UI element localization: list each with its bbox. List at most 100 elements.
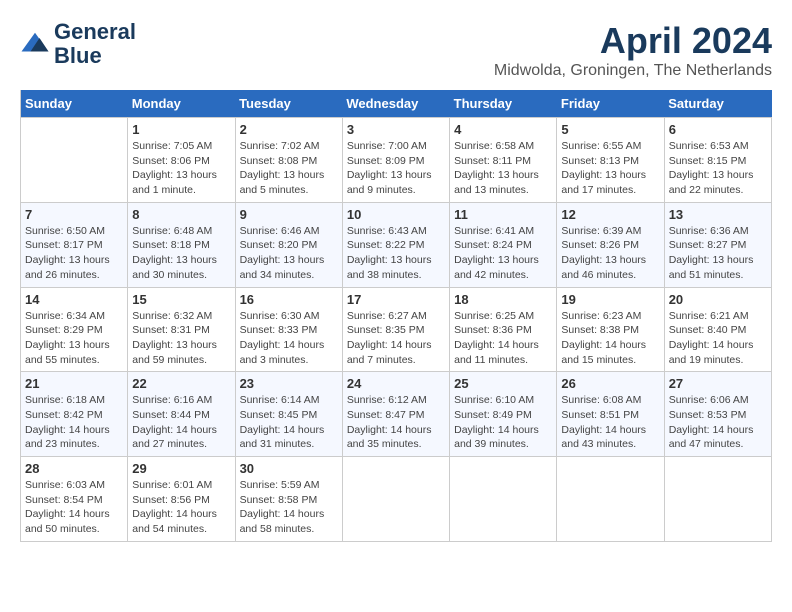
day-info: Sunrise: 6:08 AM Sunset: 8:51 PM Dayligh… <box>561 393 659 452</box>
calendar-cell <box>342 457 449 542</box>
day-info: Sunrise: 6:03 AM Sunset: 8:54 PM Dayligh… <box>25 478 123 537</box>
header-cell-wednesday: Wednesday <box>342 90 449 118</box>
calendar-cell: 3 Sunrise: 7:00 AM Sunset: 8:09 PM Daylig… <box>342 118 449 203</box>
calendar-cell: 10Sunrise: 6:43 AM Sunset: 8:22 PM Dayli… <box>342 202 449 287</box>
calendar-cell: 8Sunrise: 6:48 AM Sunset: 8:18 PM Daylig… <box>128 202 235 287</box>
day-number: 11 <box>454 207 552 222</box>
day-number: 26 <box>561 376 659 391</box>
day-number: 19 <box>561 292 659 307</box>
logo: General Blue <box>20 20 136 68</box>
day-number: 3 <box>347 122 445 137</box>
calendar-cell: 24Sunrise: 6:12 AM Sunset: 8:47 PM Dayli… <box>342 372 449 457</box>
calendar-cell: 22 Sunrise: 6:16 AM Sunset: 8:44 PM Dayli… <box>128 372 235 457</box>
day-info: Sunrise: 6:50 AM Sunset: 8:17 PM Dayligh… <box>25 224 123 283</box>
logo-icon <box>20 29 50 59</box>
day-number: 27 <box>669 376 767 391</box>
calendar-cell: 1 Sunrise: 7:05 AM Sunset: 8:06 PM Daylig… <box>128 118 235 203</box>
calendar-cell: 20Sunrise: 6:21 AM Sunset: 8:40 PM Dayli… <box>664 287 771 372</box>
calendar-cell: 5 Sunrise: 6:55 AM Sunset: 8:13 PM Daylig… <box>557 118 664 203</box>
day-info: Sunrise: 6:41 AM Sunset: 8:24 PM Dayligh… <box>454 224 552 283</box>
day-info: Sunrise: 6:48 AM Sunset: 8:18 PM Dayligh… <box>132 224 230 283</box>
calendar-cell: 16 Sunrise: 6:30 AM Sunset: 8:33 PM Dayli… <box>235 287 342 372</box>
day-info: Sunrise: 6:55 AM Sunset: 8:13 PM Dayligh… <box>561 139 659 198</box>
calendar-cell: 19 Sunrise: 6:23 AM Sunset: 8:38 PM Dayli… <box>557 287 664 372</box>
day-number: 14 <box>25 292 123 307</box>
calendar-cell: 23 Sunrise: 6:14 AM Sunset: 8:45 PM Dayli… <box>235 372 342 457</box>
calendar-cell: 9 Sunrise: 6:46 AM Sunset: 8:20 PM Daylig… <box>235 202 342 287</box>
header-cell-friday: Friday <box>557 90 664 118</box>
calendar-cell: 15 Sunrise: 6:32 AM Sunset: 8:31 PM Dayli… <box>128 287 235 372</box>
week-row-3: 14Sunrise: 6:34 AM Sunset: 8:29 PM Dayli… <box>21 287 772 372</box>
day-info: Sunrise: 7:00 AM Sunset: 8:09 PM Dayligh… <box>347 139 445 198</box>
day-number: 22 <box>132 376 230 391</box>
calendar-cell: 30 Sunrise: 5:59 AM Sunset: 8:58 PM Dayli… <box>235 457 342 542</box>
day-info: Sunrise: 6:58 AM Sunset: 8:11 PM Dayligh… <box>454 139 552 198</box>
day-number: 9 <box>240 207 338 222</box>
month-title: April 2024 <box>494 20 772 62</box>
header-cell-saturday: Saturday <box>664 90 771 118</box>
day-info: Sunrise: 7:05 AM Sunset: 8:06 PM Dayligh… <box>132 139 230 198</box>
day-number: 29 <box>132 461 230 476</box>
calendar-cell: 21Sunrise: 6:18 AM Sunset: 8:42 PM Dayli… <box>21 372 128 457</box>
calendar-cell: 7 Sunrise: 6:50 AM Sunset: 8:17 PM Daylig… <box>21 202 128 287</box>
calendar-cell: 29 Sunrise: 6:01 AM Sunset: 8:56 PM Dayli… <box>128 457 235 542</box>
calendar-cell: 12Sunrise: 6:39 AM Sunset: 8:26 PM Dayli… <box>557 202 664 287</box>
day-number: 18 <box>454 292 552 307</box>
day-info: Sunrise: 6:25 AM Sunset: 8:36 PM Dayligh… <box>454 309 552 368</box>
day-number: 17 <box>347 292 445 307</box>
logo-line2: Blue <box>54 44 136 68</box>
calendar-cell <box>21 118 128 203</box>
location: Midwolda, Groningen, The Netherlands <box>494 62 772 80</box>
calendar-cell: 6 Sunrise: 6:53 AM Sunset: 8:15 PM Daylig… <box>664 118 771 203</box>
calendar-cell: 27Sunrise: 6:06 AM Sunset: 8:53 PM Dayli… <box>664 372 771 457</box>
day-info: Sunrise: 6:27 AM Sunset: 8:35 PM Dayligh… <box>347 309 445 368</box>
day-info: Sunrise: 6:36 AM Sunset: 8:27 PM Dayligh… <box>669 224 767 283</box>
day-number: 13 <box>669 207 767 222</box>
calendar-cell: 25Sunrise: 6:10 AM Sunset: 8:49 PM Dayli… <box>450 372 557 457</box>
header-cell-sunday: Sunday <box>21 90 128 118</box>
day-info: Sunrise: 7:02 AM Sunset: 8:08 PM Dayligh… <box>240 139 338 198</box>
calendar-cell: 17 Sunrise: 6:27 AM Sunset: 8:35 PM Dayli… <box>342 287 449 372</box>
week-row-4: 21Sunrise: 6:18 AM Sunset: 8:42 PM Dayli… <box>21 372 772 457</box>
day-number: 20 <box>669 292 767 307</box>
calendar-cell: 26 Sunrise: 6:08 AM Sunset: 8:51 PM Dayli… <box>557 372 664 457</box>
calendar-cell <box>664 457 771 542</box>
day-info: Sunrise: 6:12 AM Sunset: 8:47 PM Dayligh… <box>347 393 445 452</box>
calendar-cell: 4 Sunrise: 6:58 AM Sunset: 8:11 PM Daylig… <box>450 118 557 203</box>
day-info: Sunrise: 6:39 AM Sunset: 8:26 PM Dayligh… <box>561 224 659 283</box>
day-number: 21 <box>25 376 123 391</box>
day-number: 30 <box>240 461 338 476</box>
week-row-2: 7 Sunrise: 6:50 AM Sunset: 8:17 PM Daylig… <box>21 202 772 287</box>
day-info: Sunrise: 6:43 AM Sunset: 8:22 PM Dayligh… <box>347 224 445 283</box>
calendar-table: SundayMondayTuesdayWednesdayThursdayFrid… <box>20 90 772 542</box>
calendar-cell <box>450 457 557 542</box>
day-info: Sunrise: 6:23 AM Sunset: 8:38 PM Dayligh… <box>561 309 659 368</box>
day-number: 6 <box>669 122 767 137</box>
calendar-cell: 11 Sunrise: 6:41 AM Sunset: 8:24 PM Dayli… <box>450 202 557 287</box>
header-cell-monday: Monday <box>128 90 235 118</box>
day-info: Sunrise: 6:01 AM Sunset: 8:56 PM Dayligh… <box>132 478 230 537</box>
calendar-cell: 28 Sunrise: 6:03 AM Sunset: 8:54 PM Dayli… <box>21 457 128 542</box>
day-info: Sunrise: 6:53 AM Sunset: 8:15 PM Dayligh… <box>669 139 767 198</box>
day-info: Sunrise: 5:59 AM Sunset: 8:58 PM Dayligh… <box>240 478 338 537</box>
page-header: General Blue April 2024 Midwolda, Gronin… <box>20 20 772 80</box>
day-number: 28 <box>25 461 123 476</box>
day-number: 5 <box>561 122 659 137</box>
logo-text: General Blue <box>54 20 136 68</box>
day-number: 1 <box>132 122 230 137</box>
day-info: Sunrise: 6:16 AM Sunset: 8:44 PM Dayligh… <box>132 393 230 452</box>
day-number: 16 <box>240 292 338 307</box>
day-info: Sunrise: 6:10 AM Sunset: 8:49 PM Dayligh… <box>454 393 552 452</box>
day-number: 23 <box>240 376 338 391</box>
day-number: 2 <box>240 122 338 137</box>
week-row-1: 1 Sunrise: 7:05 AM Sunset: 8:06 PM Daylig… <box>21 118 772 203</box>
day-info: Sunrise: 6:32 AM Sunset: 8:31 PM Dayligh… <box>132 309 230 368</box>
calendar-cell: 18 Sunrise: 6:25 AM Sunset: 8:36 PM Dayli… <box>450 287 557 372</box>
day-info: Sunrise: 6:14 AM Sunset: 8:45 PM Dayligh… <box>240 393 338 452</box>
day-number: 7 <box>25 207 123 222</box>
day-number: 4 <box>454 122 552 137</box>
day-info: Sunrise: 6:30 AM Sunset: 8:33 PM Dayligh… <box>240 309 338 368</box>
calendar-cell: 13 Sunrise: 6:36 AM Sunset: 8:27 PM Dayli… <box>664 202 771 287</box>
day-info: Sunrise: 6:46 AM Sunset: 8:20 PM Dayligh… <box>240 224 338 283</box>
day-number: 15 <box>132 292 230 307</box>
